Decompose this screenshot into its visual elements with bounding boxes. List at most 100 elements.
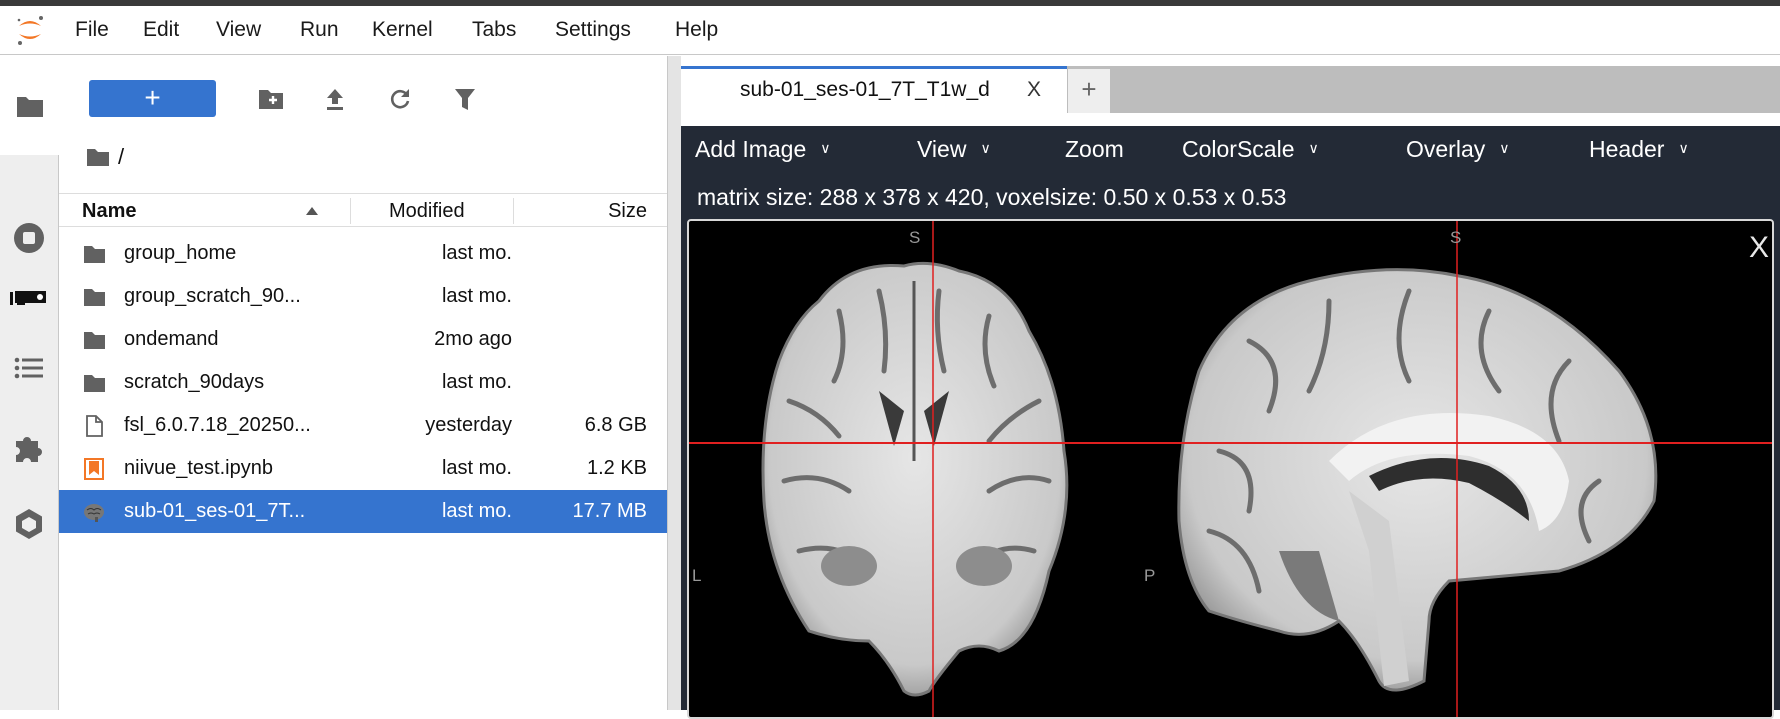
new-launcher-button[interactable]: + — [89, 80, 216, 117]
sidebar-tab-gpu[interactable] — [0, 270, 58, 326]
column-divider[interactable] — [513, 198, 514, 224]
list-icon — [14, 357, 43, 379]
folder-icon — [84, 332, 105, 349]
chevron-down-icon: ∨ — [980, 140, 991, 156]
menu-edit[interactable]: Edit — [143, 18, 179, 42]
file-row[interactable]: niivue_test.ipynb last mo. 1.2 KB — [59, 447, 667, 490]
menu-run[interactable]: Run — [300, 18, 339, 42]
file-modified: last mo. — [441, 371, 512, 393]
file-modified: yesterday — [425, 414, 512, 436]
sidebar-tab-toc[interactable] — [0, 340, 58, 396]
brain-slices — [689, 221, 1772, 717]
niivue-canvas[interactable]: S S L P X — [687, 219, 1774, 719]
file-row[interactable]: group_home last mo. — [59, 232, 667, 275]
sidebar-tab-property-inspector[interactable] — [0, 496, 58, 552]
column-name[interactable]: Name — [82, 200, 136, 223]
file-row[interactable]: sub-01_ses-01_7T... last mo. 17.7 MB — [59, 490, 667, 533]
tab-nifti-viewer[interactable]: sub-01_ses-01_7T_T1w_d X — [681, 66, 1067, 113]
notebook-icon — [84, 458, 104, 480]
new-folder-icon[interactable] — [258, 86, 284, 112]
tab-bar: sub-01_ses-01_7T_T1w_d X + — [681, 66, 1780, 113]
menu-overlay[interactable]: Overlay ∨ — [1406, 136, 1510, 163]
filter-icon[interactable] — [452, 86, 478, 112]
folder-icon — [84, 289, 105, 306]
folder-icon[interactable] — [86, 147, 110, 167]
menu-file[interactable]: File — [75, 18, 109, 42]
tab-label: sub-01_ses-01_7T_T1w_d — [740, 78, 990, 101]
file-icon — [86, 415, 103, 437]
nifti-icon — [84, 504, 104, 522]
file-name: scratch_90days — [124, 371, 265, 393]
file-row[interactable]: scratch_90days last mo. — [59, 361, 667, 404]
menu-label: Add Image — [695, 136, 807, 162]
menu-label: Header — [1589, 136, 1665, 162]
file-modified: last mo. — [441, 285, 512, 307]
menu-bar: File Edit View Run Kernel Tabs Settings … — [0, 6, 1780, 55]
volume-info: matrix size: 288 x 378 x 420, voxelsize:… — [697, 184, 1287, 210]
close-tab-icon[interactable]: X — [1027, 78, 1041, 102]
breadcrumb: / — [86, 144, 124, 170]
folder-icon — [84, 375, 105, 392]
menu-header[interactable]: Header ∨ — [1589, 136, 1689, 163]
file-row[interactable]: ondemand 2mo ago — [59, 318, 667, 361]
file-size: 1.2 KB — [586, 457, 647, 479]
sidebar-tab-running[interactable] — [0, 210, 58, 266]
folder-icon — [17, 96, 43, 117]
breadcrumb-root[interactable]: / — [118, 144, 124, 170]
stop-circle-icon — [14, 223, 44, 253]
menu-settings[interactable]: Settings — [555, 18, 631, 42]
menu-view[interactable]: View ∨ — [917, 136, 991, 163]
sidebar-tab-file-browser[interactable] — [0, 56, 60, 155]
file-row[interactable]: fsl_6.0.7.18_20250... yesterday 6.8 GB — [59, 404, 667, 447]
gpu-card-icon — [10, 291, 46, 305]
file-list-header: Name Modified Size — [59, 193, 667, 227]
chevron-down-icon: ∨ — [1308, 140, 1319, 156]
orientation-label-superior: S — [1450, 228, 1462, 247]
puzzle-icon — [16, 437, 42, 462]
close-viewer-button[interactable]: X — [1749, 231, 1769, 265]
file-name: group_home — [124, 242, 237, 264]
menu-label: Zoom — [1065, 136, 1124, 162]
hexagon-cube-icon — [16, 509, 42, 539]
file-name: sub-01_ses-01_7T... — [124, 500, 306, 522]
sort-ascending-icon — [306, 207, 318, 215]
file-size: 6.8 GB — [584, 414, 647, 436]
menu-view[interactable]: View — [216, 18, 261, 42]
menu-label: Overlay — [1406, 136, 1486, 162]
file-size: 17.7 MB — [572, 500, 647, 522]
menu-kernel[interactable]: Kernel — [372, 18, 433, 42]
column-size[interactable]: Size — [608, 200, 647, 223]
upload-icon[interactable] — [322, 86, 348, 112]
left-sidebar — [0, 56, 60, 710]
file-browser-panel: + / Name Modified Size group_home last m… — [59, 56, 667, 710]
menu-zoom[interactable]: Zoom — [1065, 136, 1124, 163]
jupyter-logo-icon — [17, 16, 43, 45]
chevron-down-icon: ∨ — [1499, 140, 1510, 156]
panel-splitter[interactable] — [667, 56, 681, 710]
chevron-down-icon: ∨ — [820, 140, 831, 156]
sidebar-tab-extensions[interactable] — [0, 420, 58, 476]
column-modified[interactable]: Modified — [389, 200, 465, 223]
file-name: ondemand — [124, 328, 219, 350]
menu-label: ColorScale — [1182, 136, 1295, 162]
add-tab-button[interactable]: + — [1068, 69, 1110, 113]
orientation-label-superior: S — [909, 228, 921, 247]
menu-help[interactable]: Help — [675, 18, 718, 42]
chevron-down-icon: ∨ — [1678, 140, 1689, 156]
refresh-icon[interactable] — [387, 86, 413, 112]
orientation-label-posterior: P — [1144, 566, 1156, 585]
menu-tabs[interactable]: Tabs — [472, 18, 516, 42]
file-modified: last mo. — [441, 500, 512, 522]
file-row[interactable]: group_scratch_90... last mo. — [59, 275, 667, 318]
folder-icon — [84, 246, 105, 263]
file-name: fsl_6.0.7.18_20250... — [124, 414, 311, 436]
file-modified: last mo. — [441, 242, 512, 264]
sagittal-slice — [1177, 268, 1658, 692]
menu-label: View — [917, 136, 967, 162]
column-divider[interactable] — [350, 198, 351, 224]
menu-add-image[interactable]: Add Image ∨ — [695, 136, 831, 163]
file-name: group_scratch_90... — [124, 285, 301, 307]
main-dock-area: sub-01_ses-01_7T_T1w_d X + Add Image ∨ Vi… — [681, 56, 1780, 719]
menu-colorscale[interactable]: ColorScale ∨ — [1182, 136, 1319, 163]
orientation-label-left: L — [692, 566, 702, 585]
